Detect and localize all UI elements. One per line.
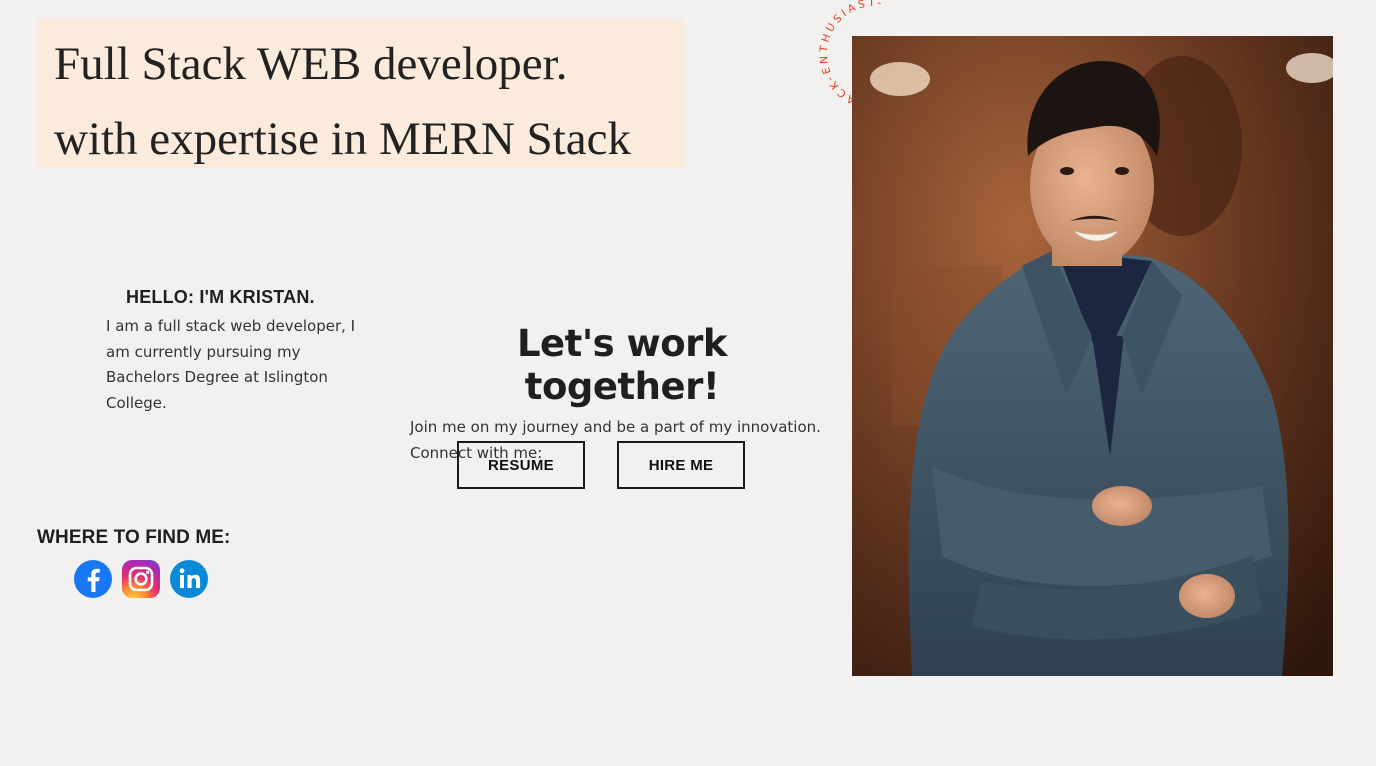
intro-section: HELLO: I'M KRISTAN. I am a full stack we… <box>106 287 366 416</box>
cta-title: Let's work together! <box>516 322 728 408</box>
hero-line-1: Full Stack WEB developer. <box>54 38 568 90</box>
resume-button[interactable]: RESUME <box>457 441 585 489</box>
hero-headline: Full Stack WEB developer. with expertise… <box>37 19 685 168</box>
intro-text: I am a full stack web developer, I am cu… <box>106 317 356 412</box>
hire-me-button[interactable]: HIRE ME <box>617 441 745 489</box>
profile-photo <box>852 36 1333 676</box>
social-section: WHERE TO FIND ME: <box>37 527 230 601</box>
social-links <box>37 559 230 601</box>
cta-section: Let's work together! Join me on my journ… <box>408 322 828 489</box>
social-title: WHERE TO FIND ME: <box>37 527 231 548</box>
hero-line-2: with expertise in MERN Stack <box>54 113 631 165</box>
facebook-icon[interactable] <box>73 559 113 599</box>
intro-title: HELLO: I'M KRISTAN. <box>126 287 315 307</box>
profile-photo-illustration <box>852 36 1333 676</box>
instagram-icon[interactable] <box>122 560 160 598</box>
linkedin-icon[interactable] <box>169 559 209 599</box>
